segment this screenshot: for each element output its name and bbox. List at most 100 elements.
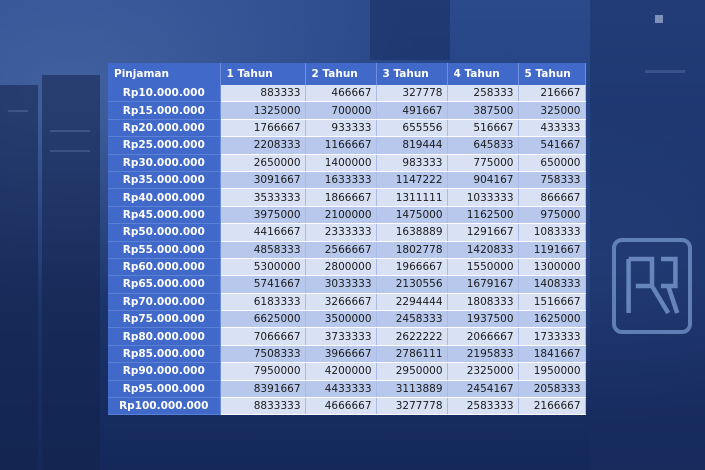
- installment-cell: 904167: [447, 171, 519, 190]
- loan-amount-cell: Rp30.000.000: [108, 154, 221, 172]
- installment-cell: 758333: [518, 171, 586, 190]
- header-loan-amount: Pinjaman: [108, 63, 221, 85]
- installment-cell: 3533333: [220, 188, 306, 207]
- installment-cell: 387500: [447, 101, 519, 120]
- installment-cell: 2458333: [376, 310, 448, 329]
- installment-cell: 1147222: [376, 171, 448, 190]
- window-light: [645, 70, 685, 73]
- installment-cell: 2195833: [447, 345, 519, 364]
- installment-cell: 775000: [447, 154, 519, 172]
- installment-cell: 1802778: [376, 241, 448, 259]
- header-1-year: 1 Tahun: [220, 63, 306, 85]
- building: [0, 85, 38, 470]
- installment-cell: 4666667: [305, 397, 377, 416]
- bank-logo-icon: [612, 238, 692, 334]
- loan-amount-cell: Rp40.000.000: [108, 188, 221, 207]
- table-body: Rp10.000.000 883333 466667 327778 258333 2166…: [108, 85, 586, 416]
- installment-cell: 1033333: [447, 188, 519, 207]
- installment-cell: 216667: [518, 85, 586, 103]
- loan-amount-cell: Rp95.000.000: [108, 380, 221, 399]
- installment-cell: 983333: [376, 154, 448, 172]
- window-light: [50, 150, 90, 152]
- installment-cell: 933333: [305, 119, 377, 138]
- installment-cell: 1808333: [447, 293, 519, 312]
- table-row: Rp15.000.000 1325000 700000 491667 387500 325…: [108, 101, 586, 120]
- installment-cell: 3033333: [305, 275, 377, 294]
- installment-cell: 1475000: [376, 206, 448, 225]
- table-row: Rp75.000.000 6625000 3500000 2458333 1937500…: [108, 310, 586, 329]
- installment-cell: 466667: [305, 85, 377, 103]
- loan-amount-cell: Rp15.000.000: [108, 101, 221, 120]
- table-row: Rp85.000.000 7508333 3966667 2786111 2195833…: [108, 345, 586, 364]
- installment-cell: 866667: [518, 188, 586, 207]
- installment-cell: 433333: [518, 119, 586, 138]
- loan-installment-table: Pinjaman 1 Tahun 2 Tahun 3 Tahun 4 Tahun…: [108, 63, 586, 416]
- installment-cell: 1166667: [305, 136, 377, 155]
- installment-cell: 2583333: [447, 397, 519, 416]
- installment-cell: 1550000: [447, 258, 519, 277]
- installment-cell: 1679167: [447, 275, 519, 294]
- loan-amount-cell: Rp100.000.000: [108, 397, 221, 416]
- loan-amount-cell: Rp20.000.000: [108, 119, 221, 138]
- installment-cell: 1516667: [518, 293, 586, 312]
- installment-cell: 4200000: [305, 362, 377, 381]
- installment-cell: 5300000: [220, 258, 306, 277]
- loan-amount-cell: Rp90.000.000: [108, 362, 221, 381]
- header-3-years: 3 Tahun: [376, 63, 448, 85]
- window-light: [8, 110, 28, 112]
- installment-cell: 1841667: [518, 345, 586, 364]
- installment-cell: 1625000: [518, 310, 586, 329]
- installment-cell: 1950000: [518, 362, 586, 381]
- loan-amount-cell: Rp35.000.000: [108, 171, 221, 190]
- installment-cell: 819444: [376, 136, 448, 155]
- loan-amount-cell: Rp55.000.000: [108, 241, 221, 259]
- installment-cell: 516667: [447, 119, 519, 138]
- header-4-years: 4 Tahun: [447, 63, 519, 85]
- header-2-years: 2 Tahun: [305, 63, 377, 85]
- loan-amount-cell: Rp60.000.000: [108, 258, 221, 277]
- table-row: Rp95.000.000 8391667 4433333 3113889 2454167…: [108, 380, 586, 399]
- table-row: Rp60.000.000 5300000 2800000 1966667 1550000…: [108, 258, 586, 277]
- loan-amount-cell: Rp75.000.000: [108, 310, 221, 329]
- installment-cell: 883333: [220, 85, 306, 103]
- installment-cell: 327778: [376, 85, 448, 103]
- installment-cell: 975000: [518, 206, 586, 225]
- installment-cell: 2100000: [305, 206, 377, 225]
- installment-cell: 2058333: [518, 380, 586, 399]
- table-row: Rp70.000.000 6183333 3266667 2294444 1808333…: [108, 293, 586, 312]
- table-row: Rp40.000.000 3533333 1866667 1311111 1033333…: [108, 188, 586, 207]
- installment-cell: 3277778: [376, 397, 448, 416]
- installment-cell: 700000: [305, 101, 377, 120]
- installment-cell: 3733333: [305, 327, 377, 346]
- installment-cell: 2208333: [220, 136, 306, 155]
- loan-amount-cell: Rp10.000.000: [108, 85, 221, 103]
- installment-cell: 1633333: [305, 171, 377, 190]
- installment-cell: 1300000: [518, 258, 586, 277]
- table-row: Rp30.000.000 2650000 1400000 983333 775000 65…: [108, 154, 586, 172]
- building: [370, 0, 450, 60]
- installment-cell: 1162500: [447, 206, 519, 225]
- installment-cell: 3113889: [376, 380, 448, 399]
- loan-amount-cell: Rp65.000.000: [108, 275, 221, 294]
- installment-cell: 1638889: [376, 223, 448, 242]
- loan-amount-cell: Rp45.000.000: [108, 206, 221, 225]
- installment-cell: 2786111: [376, 345, 448, 364]
- table-row: Rp10.000.000 883333 466667 327778 258333 2166…: [108, 85, 586, 103]
- installment-cell: 258333: [447, 85, 519, 103]
- loan-amount-cell: Rp70.000.000: [108, 293, 221, 312]
- installment-cell: 1733333: [518, 327, 586, 346]
- installment-cell: 2800000: [305, 258, 377, 277]
- installment-cell: 8391667: [220, 380, 306, 399]
- table-row: Rp65.000.000 5741667 3033333 2130556 1679167…: [108, 275, 586, 294]
- installment-cell: 650000: [518, 154, 586, 172]
- installment-cell: 2950000: [376, 362, 448, 381]
- installment-cell: 8833333: [220, 397, 306, 416]
- window-light: [50, 130, 90, 132]
- installment-cell: 3975000: [220, 206, 306, 225]
- header-5-years: 5 Tahun: [518, 63, 586, 85]
- installment-cell: 1291667: [447, 223, 519, 242]
- installment-cell: 1937500: [447, 310, 519, 329]
- installment-cell: 2130556: [376, 275, 448, 294]
- installment-cell: 645833: [447, 136, 519, 155]
- installment-cell: 1400000: [305, 154, 377, 172]
